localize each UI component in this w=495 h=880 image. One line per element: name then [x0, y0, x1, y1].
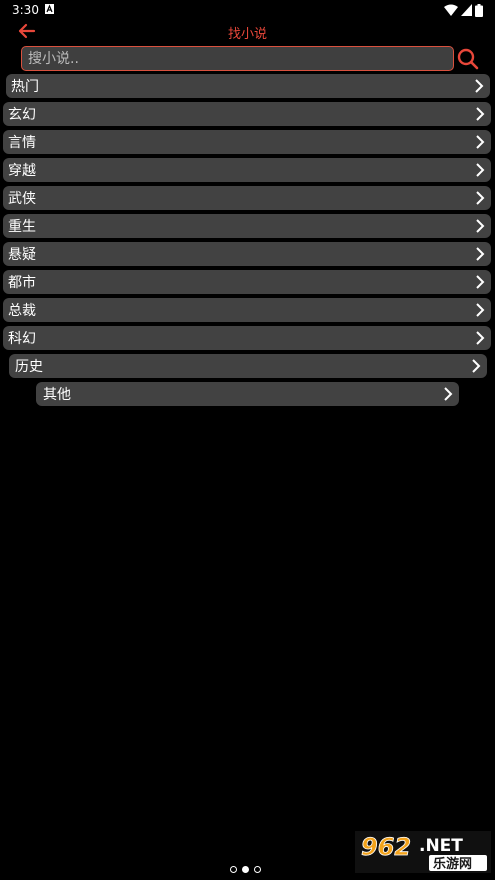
page-indicator [230, 866, 261, 873]
svg-text:乐游网: 乐游网 [433, 856, 472, 872]
category-label: 言情 [8, 135, 36, 151]
battery-icon [475, 3, 483, 17]
page-title: 找小说 [227, 27, 267, 42]
category-item-ceo[interactable]: 总裁 [3, 298, 491, 322]
status-icons [444, 3, 483, 17]
category-item-urban[interactable]: 都市 [3, 270, 491, 294]
chevron-right-icon [476, 135, 485, 149]
chevron-right-icon [444, 387, 453, 401]
chevron-right-icon [476, 275, 485, 289]
category-label: 玄幻 [8, 107, 36, 123]
chevron-right-icon [476, 331, 485, 345]
status-bar: 3:30 [0, 0, 495, 20]
category-item-martial-arts[interactable]: 武侠 [3, 186, 491, 210]
svg-text:.NET: .NET [419, 836, 463, 856]
status-time: 3:30 [12, 3, 39, 17]
font-notification-icon [45, 4, 54, 14]
category-item-mystery[interactable]: 悬疑 [3, 242, 491, 266]
category-item-hot[interactable]: 热门 [6, 74, 490, 98]
category-label: 都市 [8, 275, 36, 291]
category-label: 武侠 [8, 191, 36, 207]
chevron-right-icon [475, 79, 484, 93]
app-header: 找小说 [0, 20, 495, 44]
search-icon[interactable] [457, 48, 479, 70]
category-item-time-travel[interactable]: 穿越 [3, 158, 491, 182]
category-label: 科幻 [8, 331, 36, 347]
site-watermark-logo: 962 .NET 乐游网 [355, 831, 491, 873]
search-input[interactable] [21, 46, 454, 71]
svg-text:962: 962 [361, 833, 411, 861]
wifi-icon [444, 4, 458, 16]
chevron-right-icon [476, 219, 485, 233]
category-item-rebirth[interactable]: 重生 [3, 214, 491, 238]
chevron-right-icon [476, 107, 485, 121]
category-label: 其他 [43, 387, 71, 403]
page-dot-active[interactable] [242, 866, 249, 873]
chevron-right-icon [476, 303, 485, 317]
category-item-romance[interactable]: 言情 [3, 130, 491, 154]
chevron-right-icon [476, 163, 485, 177]
page-dot[interactable] [230, 866, 237, 873]
category-label: 热门 [11, 79, 39, 95]
signal-icon [461, 4, 472, 16]
chevron-right-icon [472, 359, 481, 373]
category-label: 穿越 [8, 163, 36, 179]
category-label: 悬疑 [8, 247, 36, 263]
category-item-scifi[interactable]: 科幻 [3, 326, 491, 350]
page-dot[interactable] [254, 866, 261, 873]
category-item-history[interactable]: 历史 [9, 354, 487, 378]
category-label: 总裁 [8, 303, 36, 319]
category-label: 历史 [15, 359, 43, 375]
chevron-right-icon [476, 247, 485, 261]
category-item-fantasy[interactable]: 玄幻 [3, 102, 491, 126]
category-item-other[interactable]: 其他 [36, 382, 459, 406]
category-list: 热门 玄幻 言情 穿越 武侠 重生 悬疑 都市 总裁 科幻 历史 其他 [0, 0, 495, 880]
chevron-right-icon [476, 191, 485, 205]
category-label: 重生 [8, 219, 36, 235]
